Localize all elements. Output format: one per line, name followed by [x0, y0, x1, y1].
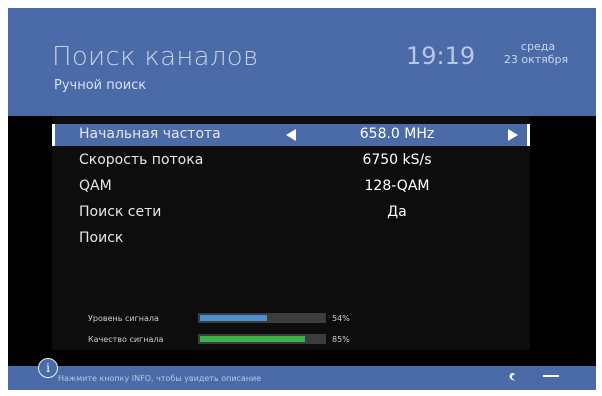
start-search-button[interactable]: Поиск	[52, 228, 530, 250]
signal-quality-percent: 85%	[332, 335, 350, 344]
row-cursor-left	[52, 124, 55, 146]
setting-value: Да	[387, 204, 407, 220]
setting-label: Поиск	[79, 230, 124, 246]
settings-panel: Начальная частота 658.0 MHz Скорость пот…	[52, 116, 530, 350]
setting-start-frequency[interactable]: Начальная частота 658.0 MHz	[52, 124, 530, 146]
setting-label: Поиск сети	[79, 204, 162, 220]
signal-level-percent: 54%	[332, 314, 350, 323]
setting-label: QAM	[79, 178, 112, 194]
info-icon[interactable]: i	[38, 358, 58, 378]
signal-quality-label: Качество сигнала	[88, 335, 164, 344]
footer-hint: Нажмите кнопку INFO, чтобы увидеть описа…	[58, 374, 262, 383]
provider-logo-icon	[509, 373, 516, 381]
setting-label: Начальная частота	[79, 126, 221, 142]
setting-value: 658.0 MHz	[359, 126, 435, 142]
signal-level-meter	[198, 313, 326, 323]
provider-logo-badge	[543, 375, 559, 377]
setting-network-search[interactable]: Поиск сети Да	[52, 202, 530, 224]
weekday: среда	[520, 40, 556, 53]
tv-screen: Поиск каналов Ручной поиск 19:19 среда 2…	[8, 8, 596, 390]
signal-level-fill	[200, 315, 267, 321]
header-bar: Поиск каналов Ручной поиск 19:19 среда 2…	[8, 8, 596, 116]
setting-label: Скорость потока	[79, 152, 204, 168]
clock: 19:19	[406, 42, 476, 70]
setting-qam[interactable]: QAM 128-QAM	[52, 176, 530, 198]
setting-value: 6750 kS/s	[362, 152, 432, 168]
page-title: Поиск каналов	[52, 42, 259, 72]
setting-symbol-rate[interactable]: Скорость потока 6750 kS/s	[52, 150, 530, 172]
row-cursor-right	[527, 124, 530, 146]
setting-value: 128-QAM	[364, 178, 430, 194]
signal-level-label: Уровень сигнала	[88, 314, 159, 323]
signal-quality-meter	[198, 334, 326, 344]
arrow-right-icon[interactable]	[508, 129, 518, 141]
signal-quality-fill	[200, 336, 305, 342]
date: 23 октября	[503, 53, 569, 66]
page-subtitle: Ручной поиск	[54, 78, 147, 93]
